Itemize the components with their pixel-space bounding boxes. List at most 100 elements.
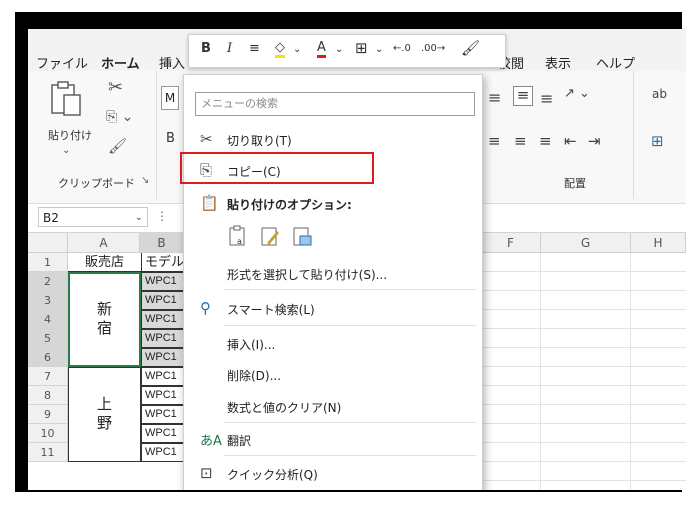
cell-model[interactable]: WPC1 <box>141 329 185 348</box>
cell-model[interactable]: WPC1 <box>141 291 185 310</box>
column-header-h[interactable]: H <box>631 233 686 253</box>
align-center-button[interactable]: ≡ <box>249 41 260 56</box>
column-header-f[interactable]: F <box>481 233 541 253</box>
menu-item-label: クイック分析(Q) <box>227 468 318 482</box>
menu-separator <box>224 455 476 456</box>
row-header[interactable]: 5 <box>28 329 68 348</box>
cell-store-shinjuku[interactable]: 新宿 <box>68 272 141 367</box>
row-header[interactable]: 4 <box>28 310 68 329</box>
cell-model[interactable]: WPC1 <box>141 272 185 291</box>
chevron-down-icon[interactable]: ⌄ <box>293 44 301 55</box>
ribbon-divider <box>633 71 634 199</box>
menu-item-label: 数式と値のクリア(N) <box>227 401 342 415</box>
align-left-icon[interactable]: ≡ <box>488 132 501 150</box>
paste-button[interactable] <box>48 79 88 119</box>
empty-cells[interactable] <box>481 253 686 490</box>
increase-decimal-icon[interactable]: ←.0 <box>393 43 411 54</box>
select-all-corner[interactable] <box>28 233 68 253</box>
cut-icon[interactable]: ✂ <box>108 77 123 98</box>
menu-item-insert[interactable]: 挿入(I)... <box>184 331 482 357</box>
row-header[interactable]: 10 <box>28 424 68 443</box>
more-options-icon[interactable]: ⋮ <box>156 209 168 223</box>
copy-highlight-box <box>180 152 374 184</box>
align-middle-icon[interactable]: ≡ <box>513 86 533 106</box>
row-header[interactable]: 8 <box>28 386 68 405</box>
cell-model[interactable]: WPC1 <box>141 367 185 386</box>
borders-icon[interactable]: ⊞ <box>355 39 368 57</box>
menu-item-paste-options: 📋 貼り付けのオプション: <box>184 191 482 217</box>
column-header-a[interactable]: A <box>68 233 140 253</box>
paste-values-icon[interactable]: a <box>227 225 249 247</box>
row-header[interactable]: 11 <box>28 443 68 462</box>
bold-button[interactable]: B <box>201 41 211 56</box>
merge-center-icon[interactable]: ⊞ <box>651 132 664 150</box>
menu-item-cut[interactable]: ✂ 切り取り(T) <box>184 127 482 153</box>
wrap-text-icon[interactable]: ab <box>652 87 667 101</box>
menu-item-clear-contents[interactable]: 数式と値のクリア(N) <box>184 394 482 420</box>
menu-search-input[interactable]: メニューの検索 <box>195 92 475 116</box>
tab-file[interactable]: ファイル <box>36 53 88 72</box>
cell-a1[interactable]: 販売店 <box>68 253 141 272</box>
menu-item-smart-lookup[interactable]: ⚲ スマート検索(L) <box>184 296 482 322</box>
font-color-button[interactable]: A <box>317 41 326 58</box>
align-top-icon[interactable]: ≡ <box>488 88 501 107</box>
menu-item-label: 翻訳 <box>227 434 252 448</box>
align-center-icon[interactable]: ≡ <box>514 132 527 150</box>
chevron-down-icon[interactable]: ⌄ <box>375 44 383 55</box>
name-box[interactable]: B2 ⌄ <box>38 207 148 227</box>
bold-icon-ribbon[interactable]: B <box>166 131 175 146</box>
paste-formulas-icon[interactable] <box>259 225 281 247</box>
menu-item-quick-analysis[interactable]: ⊡ クイック分析(Q) <box>184 461 482 487</box>
cell-model[interactable]: WPC1 <box>141 443 185 462</box>
chevron-down-icon[interactable]: ⌄ <box>335 44 343 55</box>
menu-item-paste-special[interactable]: 形式を選択して貼り付け(S)... <box>184 261 482 287</box>
font-name-box[interactable]: M <box>161 86 179 110</box>
align-right-icon[interactable]: ≡ <box>539 132 552 150</box>
name-box-value: B2 <box>43 211 59 225</box>
font-box-letter: M <box>164 91 176 105</box>
search-icon: ⚲ <box>200 299 211 317</box>
cell-model[interactable]: WPC1 <box>141 424 185 443</box>
paste-dropdown-icon[interactable]: ⌄ <box>62 145 70 156</box>
cell-model[interactable]: WPC1 <box>141 348 185 367</box>
row-header[interactable]: 9 <box>28 405 68 424</box>
menu-item-label: 挿入(I)... <box>227 338 276 352</box>
excel-window: ファイル ホーム 挿入 校閲 表示 ヘルプ 貼り付け ⌄ ✂ ⎘ ⌄ 🖌 クリッ… <box>28 29 686 490</box>
row-header[interactable]: 7 <box>28 367 68 386</box>
clipboard-group-label: クリップボード <box>58 177 135 190</box>
row-header[interactable]: 6 <box>28 348 68 367</box>
increase-indent-icon[interactable]: ⇥ <box>588 132 601 150</box>
decrease-decimal-icon[interactable]: .00→ <box>421 43 445 54</box>
cell-model[interactable]: WPC1 <box>141 386 185 405</box>
fill-color-icon[interactable]: ◇ <box>275 41 285 58</box>
menu-item-label: スマート検索(L) <box>227 303 315 317</box>
menu-item-delete[interactable]: 削除(D)... <box>184 362 482 388</box>
align-bottom-icon[interactable]: ≡ <box>540 89 553 108</box>
dialog-launcher-icon[interactable]: ↘ <box>141 175 149 186</box>
paste-icon <box>51 81 81 116</box>
alignment-group-label: 配置 <box>564 177 586 190</box>
tab-view[interactable]: 表示 <box>545 53 571 72</box>
copy-icon[interactable]: ⎘ ⌄ <box>106 109 133 125</box>
format-painter-icon[interactable]: 🖌 <box>108 137 127 155</box>
decrease-indent-icon[interactable]: ⇤ <box>564 132 577 150</box>
cell-store-ueno[interactable]: 上野 <box>68 367 141 462</box>
row-header[interactable]: 2 <box>28 272 68 291</box>
menu-item-translate[interactable]: あA 翻訳 <box>184 427 482 453</box>
menu-item-label: 貼り付けのオプション: <box>227 198 352 212</box>
cell-model[interactable]: WPC1 <box>141 405 185 424</box>
format-painter-icon[interactable]: 🖌 <box>461 39 480 57</box>
row-header[interactable]: 1 <box>28 253 68 272</box>
column-header-b[interactable]: B <box>140 233 184 253</box>
column-header-g[interactable]: G <box>541 233 631 253</box>
quick-analysis-icon: ⊡ <box>200 464 213 482</box>
cell-b1[interactable]: モデル <box>141 253 185 272</box>
tab-insert[interactable]: 挿入 <box>159 53 185 72</box>
italic-button[interactable]: I <box>227 41 232 56</box>
menu-separator <box>224 422 476 423</box>
paste-picture-icon[interactable] <box>291 225 313 247</box>
row-header[interactable]: 3 <box>28 291 68 310</box>
orientation-icon[interactable]: ↗ ⌄ <box>564 86 590 101</box>
tab-help[interactable]: ヘルプ <box>596 53 635 72</box>
cell-model[interactable]: WPC1 <box>141 310 185 329</box>
